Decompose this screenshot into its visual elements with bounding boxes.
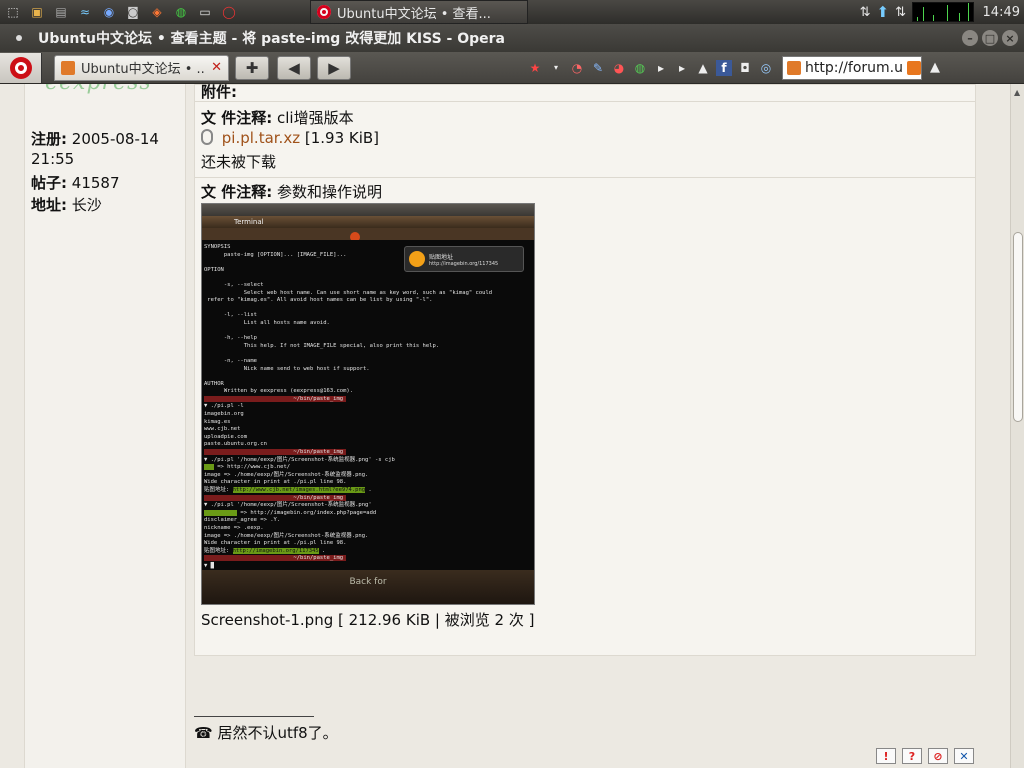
address-url[interactable]: http://forum.u	[805, 60, 903, 76]
system-monitor-icon[interactable]: ≈	[74, 2, 96, 22]
browser-toolbar: Ubuntu中文论坛 • ... ✕ ✚ ◀ ▶ ★ ▾ ◔ ✎ ◕ ◍ ▸ ▸…	[0, 52, 1024, 84]
scroll-up-icon[interactable]: ▲	[1014, 88, 1020, 97]
forward-button[interactable]: ▶	[317, 55, 351, 80]
window-menu-icon[interactable]	[16, 35, 22, 41]
register-date: 2005-08-14	[71, 130, 159, 148]
attachment1-file-link[interactable]: pi.pl.tar.xz	[222, 129, 300, 147]
register-label: 注册:	[31, 130, 67, 148]
notification-url: http://imagebin.org/117345	[429, 260, 499, 267]
ban-button[interactable]: ⊘	[928, 748, 948, 764]
screenshot-wallpaper-text: Back for	[202, 570, 534, 604]
clock[interactable]: 14:49	[980, 5, 1020, 20]
opera-launcher-icon[interactable]: ◯	[218, 2, 240, 22]
window-title: Ubuntu中文论坛 • 查看主题 - 将 paste-img 改得更加 KIS…	[38, 31, 505, 47]
minimize-button[interactable]: –	[962, 30, 978, 46]
overflow-icon[interactable]: ▲	[930, 60, 940, 75]
signature-divider	[194, 716, 314, 717]
opera-menu-button[interactable]	[0, 52, 42, 83]
address-bar[interactable]: http://forum.u	[782, 55, 922, 80]
extension-icons: ★ ▾ ◔ ✎ ◕ ◍ ▸ ▸ ▲ f ◘ ◎	[527, 59, 774, 76]
attachment2-caption: Screenshot-1.png [ 212.96 KiB | 被浏览 2 次 …	[201, 611, 535, 629]
attachment1-downloads: 还未被下载	[201, 153, 277, 171]
screenshot-icon[interactable]: ◙	[122, 2, 144, 22]
location: 长沙	[71, 196, 102, 214]
notification-sun-icon	[409, 251, 425, 267]
home-folder-icon[interactable]: ▣	[26, 2, 48, 22]
attachment2-image[interactable]: Terminal SYNOPSIS paste-img [OPTION]... …	[201, 203, 535, 605]
bookmark-flag-icon[interactable]: ▸	[674, 60, 690, 76]
archive-icon[interactable]: ▤	[50, 2, 72, 22]
maximize-button[interactable]: □	[982, 30, 998, 46]
taskbar-opera-window[interactable]: Ubuntu中文论坛 • 查看...	[310, 0, 528, 24]
opera-logo-icon	[9, 56, 32, 79]
notification-title: 贴图地址	[429, 253, 454, 261]
flag-icon[interactable]: ▸	[653, 60, 669, 76]
post-actions: ! ? ⊘ ✕	[876, 748, 974, 764]
scrollbar-thumb[interactable]	[1013, 232, 1023, 422]
screenshot-terminal-output: SYNOPSIS paste-img [OPTION]... [IMAGE_FI…	[202, 240, 534, 570]
attachment2-comment: 参数和操作说明	[277, 183, 383, 201]
top-panel: ⬚ ▣ ▤ ≈ ◉ ◙ ◈ ◍ ▭ ◯ Ubuntu中文论坛 • 查看... ⇅…	[0, 0, 1024, 24]
page-viewport: eexpress 注册: 2005-08-14 21:55 帖子: 41587 …	[0, 84, 1010, 768]
attachments-box: 附件: 文 件注释: cli增强版本 pi.pl.tar.xz [1.93 Ki…	[194, 84, 976, 656]
avatar: eexpress	[45, 84, 152, 95]
chrome-ext-icon[interactable]: ◍	[632, 60, 648, 76]
signature-text: 居然不认utf8了。	[217, 724, 338, 742]
eye-icon[interactable]: ◎	[758, 60, 774, 76]
dropdown-icon[interactable]: ▾	[548, 60, 564, 76]
chrome-icon[interactable]: ◍	[170, 2, 192, 22]
update-icon[interactable]: ⬆	[877, 3, 890, 21]
vertical-scrollbar[interactable]: ▲	[1010, 84, 1024, 768]
location-label: 地址:	[31, 196, 67, 214]
ubuntu-menu-icon[interactable]: ⬚	[2, 2, 24, 22]
report-button[interactable]: !	[876, 748, 896, 764]
translate-icon[interactable]: ◔	[569, 60, 585, 76]
address-favicon-icon	[787, 60, 801, 75]
screenshot-notification: 贴图地址 http://imagebin.org/117345	[404, 246, 524, 272]
system-load-graph[interactable]	[912, 2, 974, 22]
screenshot-panel	[202, 204, 534, 216]
paperclip-icon	[201, 129, 213, 145]
network-arrows-icon[interactable]: ⇅	[860, 5, 871, 20]
system-tray: ⇅ ⬆ ⇅ 14:49	[860, 2, 1024, 22]
opera-icon	[317, 5, 331, 19]
bookmark-star-icon[interactable]: ★	[527, 60, 543, 76]
browser-tab-title: Ubuntu中文论坛 • ...	[81, 62, 206, 77]
warn-button[interactable]: ?	[902, 748, 922, 764]
delete-post-button[interactable]: ✕	[954, 748, 974, 764]
new-tab-button[interactable]: ✚	[235, 55, 269, 80]
poster-profile: eexpress 注册: 2005-08-14 21:55 帖子: 41587 …	[24, 84, 186, 768]
facebook-icon[interactable]: f	[716, 59, 732, 76]
screenshot-menubar	[202, 228, 534, 240]
network-activity-icon[interactable]: ⇅	[895, 5, 906, 20]
terminal-icon[interactable]: ▭	[194, 2, 216, 22]
posts-label: 帖子:	[31, 174, 67, 192]
screenshot-window-title: Terminal	[202, 216, 534, 228]
forum-favicon-icon	[61, 60, 75, 75]
register-time: 21:55	[31, 150, 75, 168]
browser-tab[interactable]: Ubuntu中文论坛 • ... ✕	[54, 54, 229, 81]
camera-icon[interactable]: ◘	[737, 60, 753, 76]
pen-icon[interactable]: ✎	[590, 60, 606, 76]
taskbar-opera-window-title: Ubuntu中文论坛 • 查看...	[337, 6, 491, 22]
telephone-icon: ☎	[194, 724, 213, 742]
rss-feed-icon[interactable]	[907, 60, 921, 75]
network-icon[interactable]: ◉	[98, 2, 120, 22]
attachment1-comment: cli增强版本	[277, 109, 354, 127]
linux-tux-icon[interactable]: ▲	[695, 60, 711, 76]
attachment1-size: [1.93 KiB]	[304, 129, 380, 147]
attachments-header: 附件:	[201, 84, 237, 101]
posts-count: 41587	[71, 174, 120, 192]
attachment1-comment-label: 文 件注释:	[201, 109, 273, 127]
back-button[interactable]: ◀	[277, 55, 311, 80]
gimp-icon[interactable]: ◈	[146, 2, 168, 22]
close-window-button[interactable]: ×	[1002, 30, 1018, 46]
feed-reader-icon[interactable]: ◕	[611, 60, 627, 76]
attachment2-comment-label: 文 件注释:	[201, 183, 273, 201]
close-tab-icon[interactable]: ✕	[211, 60, 222, 75]
window-titlebar: Ubuntu中文论坛 • 查看主题 - 将 paste-img 改得更加 KIS…	[0, 24, 1024, 52]
